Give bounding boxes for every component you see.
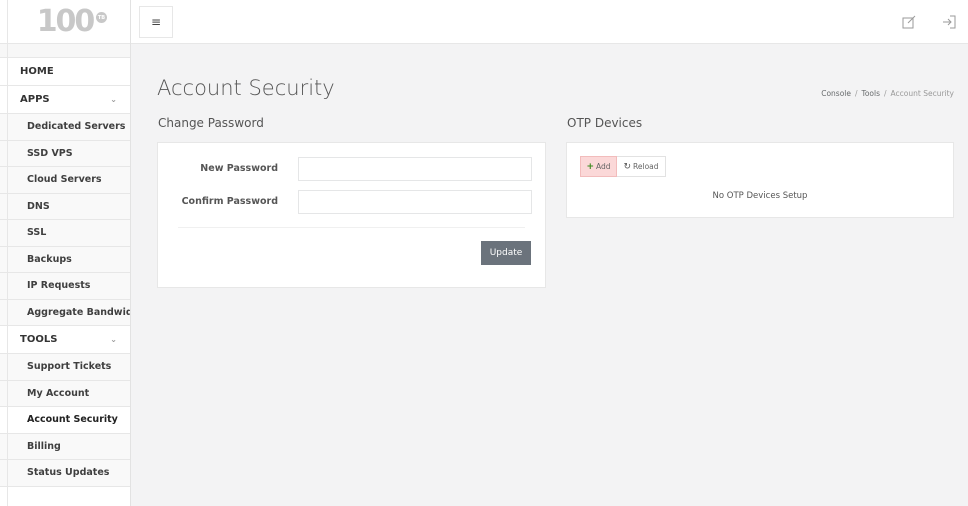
new-password-input[interactable] xyxy=(298,157,532,181)
otp-button-group: + Add ↻ Reload xyxy=(580,156,666,177)
sidebar-item-status-updates[interactable]: Status Updates xyxy=(0,460,130,487)
sidebar-item-label: Billing xyxy=(27,440,61,452)
reload-button[interactable]: ↻ Reload xyxy=(617,156,666,177)
breadcrumb-separator: / xyxy=(884,89,887,98)
sidebar-item-label: Cloud Servers xyxy=(27,174,102,186)
breadcrumb: Console / Tools / Account Security xyxy=(821,89,954,98)
change-password-panel: New Password Confirm Password Update xyxy=(157,142,546,288)
otp-devices-heading: OTP Devices xyxy=(567,116,643,130)
chevron-down-icon: ⌄ xyxy=(110,95,117,104)
sidebar-item-support-tickets[interactable]: Support Tickets xyxy=(0,354,130,381)
sidebar-section-tools[interactable]: TOOLS ⌄ xyxy=(0,326,130,354)
sidebar-item-label: Account Security xyxy=(27,414,118,426)
otp-empty-message: No OTP Devices Setup xyxy=(712,191,808,201)
page-title: Account Security xyxy=(157,76,335,100)
confirm-password-row: Confirm Password xyxy=(158,190,545,214)
sidebar-item-dns[interactable]: DNS xyxy=(0,193,130,220)
sidebar-item-label: Support Tickets xyxy=(27,361,112,373)
change-password-heading: Change Password xyxy=(158,116,264,130)
sidebar-edge-line xyxy=(7,0,8,506)
logo-badge: TB xyxy=(96,12,107,23)
breadcrumb-tools[interactable]: Tools xyxy=(862,89,880,98)
sidebar-section-apps[interactable]: APPS ⌄ xyxy=(0,86,130,114)
sidebar: 100 TB HOME APPS ⌄ Dedicated Servers SSD … xyxy=(0,0,131,506)
breadcrumb-console[interactable]: Console xyxy=(821,89,851,98)
add-otp-button[interactable]: + Add xyxy=(580,156,617,177)
sidebar-item-label: SSD VPS xyxy=(27,147,73,159)
sidebar-spacer xyxy=(0,44,130,58)
sidebar-item-account-security[interactable]: Account Security xyxy=(0,407,130,434)
top-navbar: ≡ xyxy=(131,0,968,44)
sidebar-item-my-account[interactable]: My Account xyxy=(0,380,130,407)
breadcrumb-separator: / xyxy=(854,89,858,98)
sidebar-item-billing[interactable]: Billing xyxy=(0,433,130,460)
confirm-password-input[interactable] xyxy=(298,190,532,214)
sidebar-item-label: Dedicated Servers xyxy=(27,121,126,133)
sidebar-item-dedicated-servers[interactable]: Dedicated Servers xyxy=(0,114,130,141)
sidebar-item-ip-requests[interactable]: IP Requests xyxy=(0,273,130,300)
otp-devices-panel: + Add ↻ Reload No OTP Devices Setup xyxy=(566,142,954,218)
tools-menu: Support Tickets My Account Account Securit… xyxy=(0,354,130,487)
chevron-down-icon: ⌄ xyxy=(110,335,117,344)
menu-toggle-button[interactable]: ≡ xyxy=(139,6,173,38)
sidebar-item-ssl[interactable]: SSL xyxy=(0,220,130,247)
sidebar-item-ssd-vps[interactable]: SSD VPS xyxy=(0,140,130,167)
sidebar-item-label: SSL xyxy=(27,227,47,239)
new-password-row: New Password xyxy=(158,157,545,181)
sidebar-item-home[interactable]: HOME xyxy=(0,58,130,86)
sidebar-item-label: IP Requests xyxy=(27,280,91,292)
reload-label: Reload xyxy=(633,162,659,171)
refresh-icon: ↻ xyxy=(623,161,631,172)
sidebar-item-label: Backups xyxy=(27,253,72,265)
brand-logo[interactable]: 100 TB xyxy=(0,0,130,44)
sidebar-item-label: DNS xyxy=(27,200,50,212)
form-divider xyxy=(178,227,525,228)
edit-icon[interactable] xyxy=(901,14,917,30)
sidebar-home-label: HOME xyxy=(20,66,54,77)
apps-menu: Dedicated Servers SSD VPS Cloud Servers DNS… xyxy=(0,114,130,326)
plus-icon: + xyxy=(586,161,594,172)
sidebar-item-label: Status Updates xyxy=(27,467,110,479)
add-label: Add xyxy=(596,162,611,171)
confirm-password-label: Confirm Password xyxy=(181,196,278,207)
breadcrumb-current: Account Security xyxy=(890,89,954,98)
sidebar-item-label: Aggregate Bandwidth xyxy=(27,306,130,318)
logout-icon[interactable] xyxy=(941,14,957,30)
sidebar-apps-label: APPS xyxy=(20,94,50,105)
sidebar-tools-label: TOOLS xyxy=(20,334,58,345)
hamburger-icon: ≡ xyxy=(150,15,162,29)
update-button[interactable]: Update xyxy=(481,241,531,265)
logo-text: 100 xyxy=(36,4,96,39)
new-password-label: New Password xyxy=(200,163,278,174)
sidebar-item-label: My Account xyxy=(27,387,90,399)
sidebar-item-backups[interactable]: Backups xyxy=(0,246,130,273)
sidebar-item-aggregate-bandwidth[interactable]: Aggregate Bandwidth xyxy=(0,299,130,326)
sidebar-item-cloud-servers[interactable]: Cloud Servers xyxy=(0,167,130,194)
